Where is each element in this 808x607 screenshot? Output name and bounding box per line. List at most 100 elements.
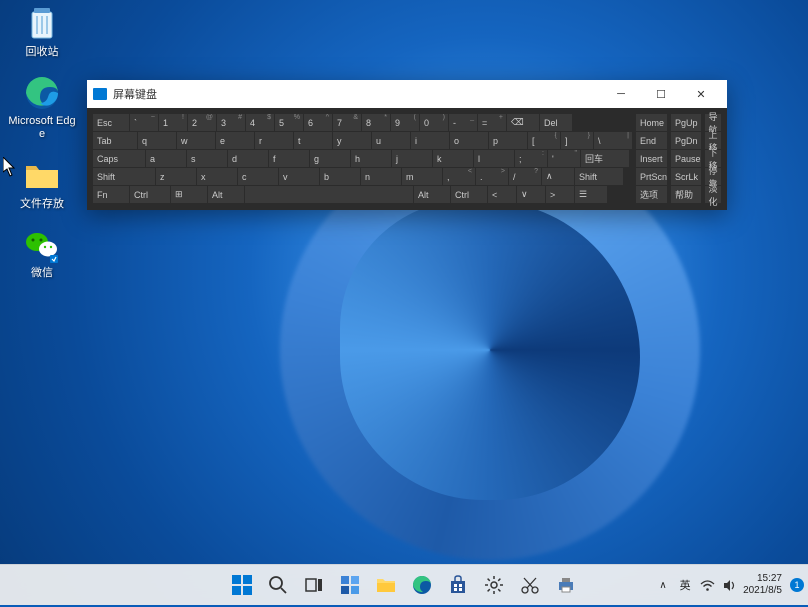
key-i[interactable]: i <box>411 132 449 149</box>
key-d[interactable]: d <box>228 150 268 167</box>
key-[interactable]: %5 <box>275 114 303 131</box>
key-a[interactable]: a <box>146 150 186 167</box>
ime-indicator[interactable]: 英 <box>677 577 693 593</box>
key-s[interactable]: s <box>187 150 227 167</box>
key-tab[interactable]: Tab <box>93 132 137 149</box>
explorer-button[interactable] <box>370 569 402 601</box>
key-[interactable]: :; <box>515 150 547 167</box>
key-u[interactable]: u <box>372 132 410 149</box>
key-[interactable]: ☰ <box>575 186 607 203</box>
key-[interactable]: }] <box>561 132 593 149</box>
desktop-icon-edge[interactable]: Microsoft Edge <box>8 73 76 141</box>
navkey-pgdn[interactable]: PgDn <box>671 132 701 149</box>
key-ctrl[interactable]: Ctrl <box>451 186 487 203</box>
widgets-button[interactable] <box>334 569 366 601</box>
navkey-scrlk[interactable]: ScrLk <box>671 168 701 185</box>
edge-button[interactable] <box>406 569 438 601</box>
key-[interactable]: <, <box>443 168 475 185</box>
key-e[interactable]: e <box>216 132 254 149</box>
key-t[interactable]: t <box>294 132 332 149</box>
key-alt[interactable]: Alt <box>208 186 244 203</box>
store-button[interactable] <box>442 569 474 601</box>
key-l[interactable]: l <box>474 150 514 167</box>
key-[interactable]: #3 <box>217 114 245 131</box>
key-shift[interactable]: Shift <box>575 168 623 185</box>
search-button[interactable] <box>262 569 294 601</box>
snip-button[interactable] <box>514 569 546 601</box>
key-z[interactable]: z <box>156 168 196 185</box>
key-w[interactable]: w <box>177 132 215 149</box>
key-j[interactable]: j <box>392 150 432 167</box>
key-[interactable]: >. <box>476 168 508 185</box>
key-[interactable]: > <box>546 186 574 203</box>
key-[interactable]: < <box>488 186 516 203</box>
key-[interactable]: @2 <box>188 114 216 131</box>
tray-chevron-icon[interactable]: ∧ <box>655 577 671 593</box>
navkey-选项[interactable]: 选项 <box>636 186 667 203</box>
key-[interactable]: {[ <box>528 132 560 149</box>
key-[interactable]: ?/ <box>509 168 541 185</box>
printer-button[interactable] <box>550 569 582 601</box>
key-[interactable]: ∨ <box>517 186 545 203</box>
close-button[interactable]: ✕ <box>681 80 721 108</box>
desktop-icon-folder[interactable]: 文件存放 <box>8 156 76 211</box>
key-shift[interactable]: Shift <box>93 168 155 185</box>
sidekey-淡化[interactable]: 淡化 <box>705 186 721 203</box>
key-[interactable]: ^6 <box>304 114 332 131</box>
navkey-帮助[interactable]: 帮助 <box>671 186 701 203</box>
key-c[interactable]: c <box>238 168 278 185</box>
clock[interactable]: 15:27 2021/8/5 <box>743 573 784 597</box>
taskview-button[interactable] <box>298 569 330 601</box>
key-fn[interactable]: Fn <box>93 186 129 203</box>
desktop-icon-recycle-bin[interactable]: 回收站 <box>8 4 76 59</box>
key-[interactable]: += <box>478 114 506 131</box>
key-[interactable]: $4 <box>246 114 274 131</box>
key-[interactable]: 回车 <box>581 150 629 167</box>
key-p[interactable]: p <box>489 132 527 149</box>
desktop-icon-wechat[interactable]: 微信 <box>8 225 76 280</box>
key-[interactable]: ~` <box>130 114 158 131</box>
settings-button[interactable] <box>478 569 510 601</box>
navkey-prtscn[interactable]: PrtScn <box>636 168 667 185</box>
key-f[interactable]: f <box>269 150 309 167</box>
key-y[interactable]: y <box>333 132 371 149</box>
wifi-icon[interactable] <box>699 577 715 593</box>
key-[interactable]: (9 <box>391 114 419 131</box>
navkey-insert[interactable]: Insert <box>636 150 667 167</box>
navkey-home[interactable]: Home <box>636 114 667 131</box>
key-g[interactable]: g <box>310 150 350 167</box>
navkey-pause[interactable]: Pause <box>671 150 701 167</box>
start-button[interactable] <box>226 569 258 601</box>
key-[interactable]: ⊞ <box>171 186 207 203</box>
key-[interactable]: !1 <box>159 114 187 131</box>
notification-badge[interactable]: 1 <box>790 578 804 592</box>
key-alt[interactable]: Alt <box>414 186 450 203</box>
minimize-button[interactable]: ─ <box>601 80 641 108</box>
key-h[interactable]: h <box>351 150 391 167</box>
volume-icon[interactable] <box>721 577 737 593</box>
key-m[interactable]: m <box>402 168 442 185</box>
key-[interactable]: ∧ <box>542 168 574 185</box>
navkey-pgup[interactable]: PgUp <box>671 114 701 131</box>
navkey-end[interactable]: End <box>636 132 667 149</box>
key-q[interactable]: q <box>138 132 176 149</box>
key-o[interactable]: o <box>450 132 488 149</box>
key-[interactable]: &7 <box>333 114 361 131</box>
key-[interactable]: ⌫ <box>507 114 539 131</box>
key-[interactable]: )0 <box>420 114 448 131</box>
key-n[interactable]: n <box>361 168 401 185</box>
key-del[interactable]: Del <box>540 114 572 131</box>
key-[interactable]: |\ <box>594 132 632 149</box>
key-ctrl[interactable]: Ctrl <box>130 186 170 203</box>
key-r[interactable]: r <box>255 132 293 149</box>
key-v[interactable]: v <box>279 168 319 185</box>
key-x[interactable]: x <box>197 168 237 185</box>
osk-titlebar[interactable]: 屏幕键盘 ─ ☐ ✕ <box>87 80 727 108</box>
key-caps[interactable]: Caps <box>93 150 145 167</box>
maximize-button[interactable]: ☐ <box>641 80 681 108</box>
key-[interactable]: *8 <box>362 114 390 131</box>
key-b[interactable]: b <box>320 168 360 185</box>
key-space[interactable] <box>245 186 413 203</box>
key-[interactable]: "' <box>548 150 580 167</box>
key-esc[interactable]: Esc <box>93 114 129 131</box>
